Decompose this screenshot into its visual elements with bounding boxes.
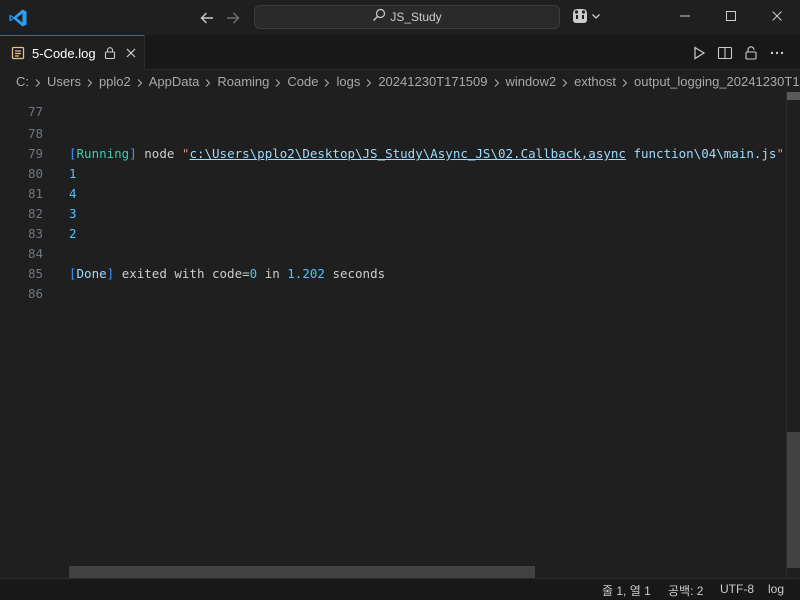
tab-close-icon[interactable] <box>124 46 138 60</box>
unlock-icon[interactable] <box>742 44 760 62</box>
command-center-search[interactable]: JS_Study <box>254 5 560 29</box>
status-bar: 줄 1, 열 1 공백: 2 UTF-8 log <box>0 578 800 600</box>
cursor-position[interactable]: 줄 1, 열 1 <box>602 582 651 599</box>
search-icon <box>372 8 386 27</box>
code-line: 78 [Running] node "c:\Users\pplo2\Deskto… <box>0 104 784 161</box>
breadcrumb-item[interactable]: AppData <box>149 74 200 89</box>
code-line: 83 <box>0 204 780 241</box>
chevron-right-icon <box>203 76 213 87</box>
chevron-down-icon <box>590 9 602 27</box>
breadcrumb-item[interactable]: Code <box>287 74 318 89</box>
line-number: 86 <box>27 286 43 301</box>
breadcrumb: C: Users pplo2 AppData Roaming Code logs… <box>0 70 800 92</box>
code-line: 84 [Done] exited with code=0 in 1.202 se… <box>0 224 780 281</box>
close-window-button[interactable] <box>754 0 800 35</box>
chevron-right-icon <box>135 76 145 87</box>
run-icon[interactable] <box>690 44 708 62</box>
tab-5-code-log[interactable]: 5-Code.log <box>0 35 145 70</box>
code-line: 85 <box>0 244 780 281</box>
breadcrumb-item[interactable]: logs <box>336 74 360 89</box>
breadcrumb-item[interactable]: output_logging_20241230T171653 <box>634 74 800 89</box>
breadcrumb-item[interactable]: C: <box>16 74 29 89</box>
chevron-right-icon <box>364 76 374 87</box>
breadcrumb-item[interactable]: 20241230T171509 <box>378 74 487 89</box>
chevron-right-icon <box>322 76 332 87</box>
encoding[interactable]: UTF-8 <box>720 582 754 596</box>
maximize-button[interactable] <box>708 0 754 35</box>
copilot-icon <box>570 7 590 30</box>
indentation[interactable]: 공백: 2 <box>668 582 703 599</box>
lock-icon <box>103 46 117 60</box>
title-bar: JS_Study <box>0 0 800 35</box>
breadcrumb-item[interactable]: Users <box>47 74 81 89</box>
chevron-right-icon <box>492 76 502 87</box>
horizontal-scrollbar-thumb[interactable] <box>69 566 535 578</box>
forward-arrow-icon[interactable] <box>223 8 243 28</box>
chevron-right-icon <box>273 76 283 87</box>
log-file-icon <box>11 46 25 60</box>
breadcrumb-item[interactable]: pplo2 <box>99 74 131 89</box>
minimize-button[interactable] <box>662 0 708 35</box>
breadcrumb-item[interactable]: window2 <box>506 74 557 89</box>
vertical-scrollbar-thumb[interactable] <box>787 432 800 568</box>
breadcrumb-item[interactable]: exthost <box>574 74 616 89</box>
command-center-label: JS_Study <box>390 10 442 24</box>
scrollbar-marker <box>787 92 800 100</box>
back-arrow-icon[interactable] <box>197 8 217 28</box>
code-line: 77 <box>0 92 780 119</box>
tab-label: 5-Code.log <box>32 45 96 61</box>
breadcrumb-item[interactable]: Roaming <box>217 74 269 89</box>
vscode-logo-icon[interactable] <box>8 8 28 28</box>
chevron-right-icon <box>85 76 95 87</box>
editor-tab-bar: 5-Code.log <box>0 35 800 70</box>
code-line: 86 <box>0 264 780 301</box>
code-line: 80 4 <box>0 144 780 201</box>
more-actions-icon[interactable] <box>768 44 786 62</box>
chevron-right-icon <box>33 76 43 87</box>
copilot-menu[interactable] <box>570 8 604 28</box>
close-icon <box>771 9 783 27</box>
chevron-right-icon <box>620 76 630 87</box>
language-mode[interactable]: log <box>768 582 784 596</box>
code-line: 81 3 <box>0 164 780 221</box>
code-line: 82 2 <box>0 184 780 241</box>
editor-area[interactable]: 77 78 [Running] node "c:\Users\pplo2\Des… <box>0 92 800 578</box>
chevron-right-icon <box>560 76 570 87</box>
split-editor-icon[interactable] <box>716 44 734 62</box>
maximize-icon <box>725 9 737 27</box>
minimize-icon <box>679 9 691 27</box>
code-line: 79 1 <box>0 124 780 181</box>
